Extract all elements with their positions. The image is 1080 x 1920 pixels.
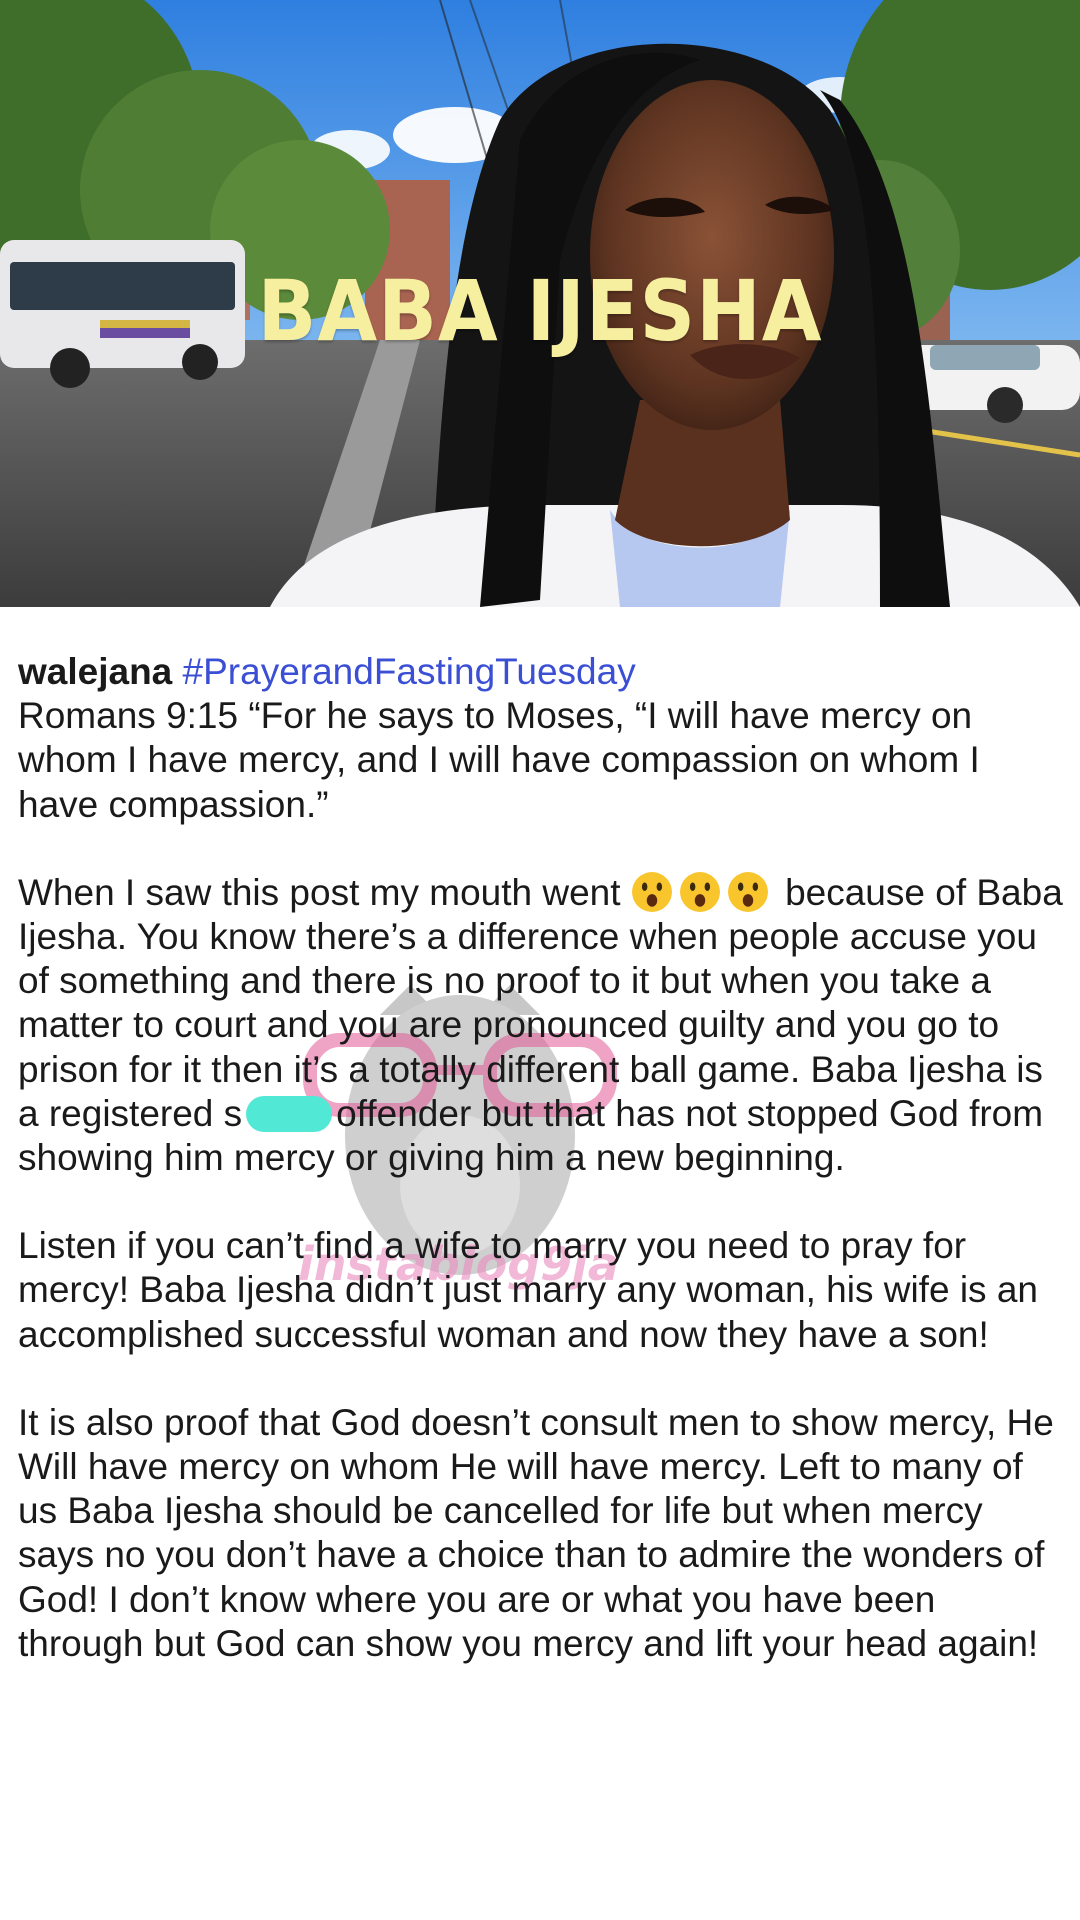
astonished-face-emoji-icon: [679, 871, 720, 912]
censor-blur-mark: [246, 1095, 333, 1132]
hashtag-link[interactable]: #PrayerandFastingTuesday: [183, 651, 636, 692]
astonished-face-emoji-icon: [631, 871, 672, 912]
caption-paragraph-2: Listen if you can’t find a wife to marry…: [18, 1225, 1038, 1355]
astonished-face-emoji-icon: [727, 871, 768, 912]
video-thumbnail[interactable]: BABA IJESHA: [0, 0, 1080, 607]
username-link[interactable]: walejana: [18, 651, 172, 692]
caption-header: walejana #PrayerandFastingTuesday Romans…: [18, 650, 1063, 827]
paragraph-1-start: When I saw this post my mouth went: [18, 871, 621, 913]
caption-paragraph-3: It is also proof that God doesn’t consul…: [18, 1401, 1054, 1664]
post-caption: walejana #PrayerandFastingTuesday Romans…: [18, 650, 1063, 1666]
video-title-overlay: BABA IJESHA: [257, 262, 823, 360]
caption-paragraph-1: When I saw this post my mouth went becau…: [18, 871, 1063, 1180]
bible-verse-text: Romans 9:15 “For he says to Moses, “I wi…: [18, 695, 980, 825]
